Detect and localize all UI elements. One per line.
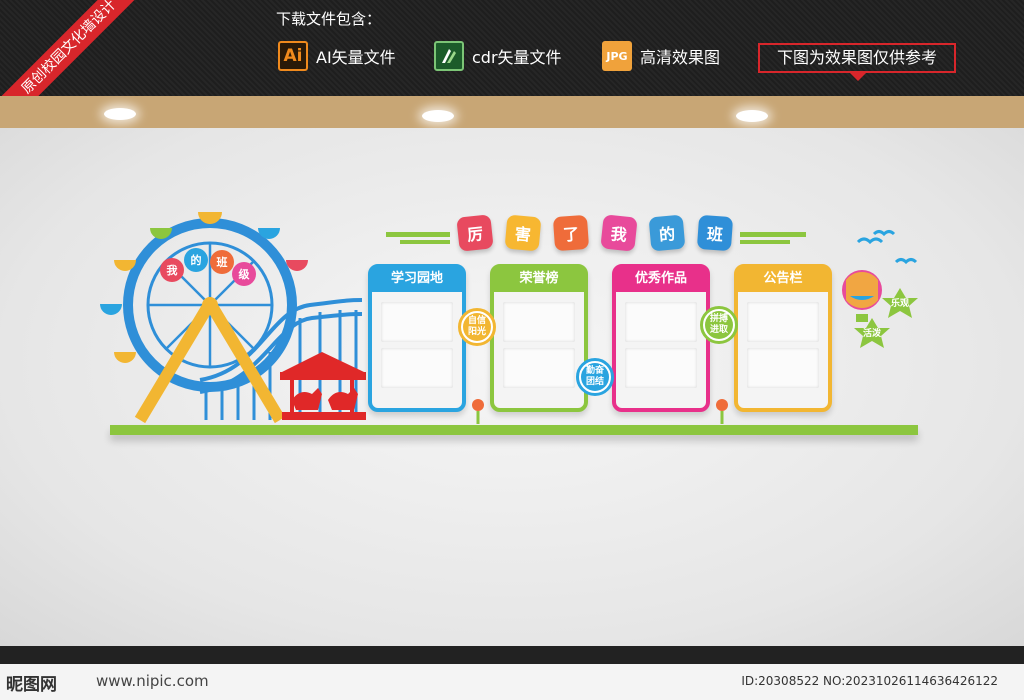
board-title: 荣誉榜 [494, 268, 584, 292]
board-panel [747, 302, 819, 342]
star-label: 活泼 [863, 329, 882, 339]
cdr-file-icon [434, 41, 464, 71]
footer-brand: 昵图网 [6, 675, 57, 695]
board-study: 学习园地 [368, 264, 466, 412]
preview-note: 下图为效果图仅供参考 [758, 43, 956, 81]
wheel-letter: 班 [210, 250, 234, 274]
board-panel [625, 302, 697, 342]
ceiling [0, 96, 1024, 128]
shelf [110, 425, 918, 435]
board-honor: 荣誉榜 [490, 264, 588, 412]
ai-file-icon: Ai [278, 41, 308, 71]
headline-tile: 我 [600, 214, 638, 252]
star-label: 乐观 [891, 299, 910, 309]
footer-id: ID:20308522 NO:20231026114636426122 [741, 674, 998, 688]
board-panel [381, 302, 453, 342]
file-type-label: AI矢量文件 [316, 48, 396, 67]
board-panel [381, 348, 453, 388]
headline-tile: 厉 [456, 214, 494, 252]
board-panel [625, 348, 697, 388]
ceiling-light [422, 110, 454, 122]
file-type-jpg: JPG 高清效果图 [602, 40, 720, 72]
file-type-label: 高清效果图 [640, 48, 721, 67]
wheel-letter: 级 [232, 262, 256, 286]
headline-tile: 害 [504, 214, 542, 252]
motto-badge: 拼搏 进取 [700, 306, 738, 344]
file-type-cdr: cdr矢量文件 [434, 40, 562, 72]
headline-tile: 的 [648, 214, 686, 252]
jpg-file-icon: JPG [602, 41, 632, 71]
board-panel [503, 302, 575, 342]
wheel-letter: 的 [184, 248, 208, 272]
wheel-letter: 我 [160, 258, 184, 282]
board-panel [747, 348, 819, 388]
download-title: 下载文件包含： [276, 10, 382, 28]
headline-tile: 了 [552, 214, 590, 252]
ceiling-light [736, 110, 768, 122]
footer-url: www.nipic.com [96, 672, 209, 690]
footer: 昵图网 www.nipic.com ID:20308522 NO:2023102… [0, 664, 1024, 700]
board-title: 学习园地 [372, 268, 462, 292]
headline-tile: 班 [696, 214, 734, 252]
board-title: 优秀作品 [616, 268, 706, 292]
ceiling-light [104, 108, 136, 120]
download-banner: 原创校园文化墙设计 下载文件包含： Ai AI矢量文件 cdr矢量文件 JPG … [0, 0, 1024, 138]
board-panel [503, 348, 575, 388]
file-type-label: cdr矢量文件 [472, 48, 562, 67]
board-title: 公告栏 [738, 268, 828, 292]
motto-badge: 勤奋 团结 [576, 358, 614, 396]
board-notice: 公告栏 [734, 264, 832, 412]
file-type-ai: Ai AI矢量文件 [278, 40, 396, 72]
board-works: 优秀作品 [612, 264, 710, 412]
motto-badge: 自信 阳光 [458, 308, 496, 346]
floor [0, 646, 1024, 664]
